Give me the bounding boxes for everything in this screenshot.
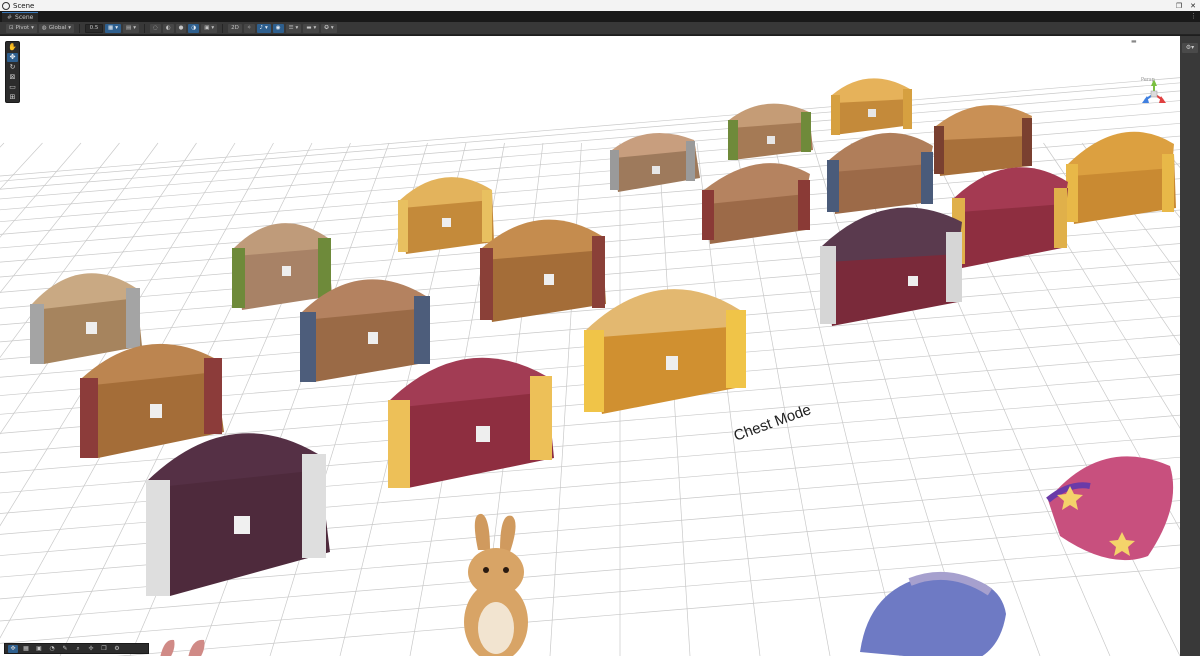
pivot-tool-icon[interactable]: ✢ (86, 645, 96, 653)
shaded-button[interactable]: ◑ (188, 23, 200, 33)
chevron-down-icon: ▾ (313, 25, 317, 31)
layers-tool-icon[interactable]: ❐ (99, 645, 109, 653)
toolbar-divider (79, 23, 81, 33)
chevron-down-icon: ▾ (211, 25, 215, 31)
grid-snap-button[interactable]: ▦ ▾ (105, 23, 121, 33)
toolbar-divider (222, 23, 224, 33)
move-tool-icon[interactable]: ✥ (7, 53, 18, 62)
scale-tool-icon[interactable]: ⊠ (7, 73, 18, 82)
chevron-down-icon: ▾ (31, 25, 34, 31)
scene-toolbar: ⊡ Pivot ▾ ◍ Global ▾ 0.5 ▦ ▾ ▤ ▾ ◌ ◐ ● ◑ ▣ ▾ 2D… (0, 22, 1200, 35)
pivot-dropdown[interactable]: ⊡ Pivot ▾ (6, 23, 37, 33)
gizmo-menu-handle[interactable]: ▬ (1131, 38, 1137, 45)
snap-increment-field[interactable]: 0.5 (85, 23, 104, 33)
tab-menu-button[interactable]: ⋮ (1190, 12, 1197, 20)
globe-icon: ◍ (41, 25, 47, 31)
solid-sphere-icon: ● (178, 25, 184, 31)
projection-label[interactable]: Persp (1141, 77, 1155, 83)
camera-dropdown[interactable]: ▬ ▾ (303, 23, 320, 33)
speaker-icon: ♪ (259, 25, 264, 31)
layers-icon: ☰ (288, 25, 294, 31)
wireframe-sphere-icon: ◌ (152, 25, 158, 31)
global-label: Global (48, 25, 67, 31)
gizmos-dropdown[interactable]: ✪ ▾ (321, 23, 337, 33)
scene-viewport[interactable]: Chest Mode (0, 36, 1200, 656)
camera-icon: ▬ (306, 25, 312, 31)
pivot-icon: ⊡ (9, 25, 14, 31)
2d-mode-toggle[interactable]: 2D (228, 23, 242, 33)
audio-toggle[interactable]: ♪ ▾ (256, 23, 271, 33)
scene-tab-icon: # (7, 14, 13, 21)
grid-icon: ▦ (108, 25, 114, 31)
overlay-menu-button[interactable]: ⚙▾ (1182, 43, 1198, 53)
toolbar-divider (143, 23, 145, 33)
chevron-down-icon: ▾ (133, 25, 136, 31)
light-bulb-icon: ✧ (246, 25, 252, 31)
chevron-down-icon: ▾ (330, 25, 334, 31)
orbit-tool-icon[interactable]: ◔ (47, 645, 57, 653)
draw-mode-dropdown[interactable]: ▣ ▾ (201, 23, 218, 33)
right-overlay-strip: ⚙▾ (1180, 36, 1200, 656)
half-sphere-icon: ◐ (165, 25, 171, 31)
effects-dropdown[interactable]: ☰ ▾ (285, 23, 302, 33)
gizmo-globe-icon: ✪ (324, 25, 329, 31)
grid-tool-icon[interactable]: ▦ (21, 645, 31, 653)
window-title: Scene (13, 1, 35, 10)
frame-tool-icon[interactable]: ▣ (34, 645, 44, 653)
tab-scene-label: Scene (15, 14, 34, 21)
chevron-down-icon: ▾ (295, 25, 299, 31)
scene-render[interactable]: Chest Mode (0, 36, 1200, 656)
tools-overlay: ✋ ✥ ↻ ⊠ ▭ ⊞ (5, 41, 20, 103)
paint-tool-icon[interactable]: ✎ (60, 645, 70, 653)
transform-tool-icon[interactable]: ⊞ (7, 93, 18, 102)
scene-visibility-toggle[interactable]: ◉ (272, 23, 284, 33)
window-titlebar: Scene ❐ ✕ (0, 0, 1200, 11)
render-mode-icon: ▣ (204, 25, 210, 31)
pivot-label: Pivot (15, 25, 30, 31)
move-snap-icon[interactable]: ✥ (8, 644, 18, 653)
zoom-tool-icon[interactable]: ⌕ (73, 645, 83, 653)
wireframe-shading-button[interactable]: ◌ (149, 23, 161, 33)
shaded-sphere-icon: ◑ (191, 25, 197, 31)
lighting-toggle[interactable]: ✧ (243, 23, 255, 33)
rect-tool-icon[interactable]: ▭ (7, 83, 18, 92)
global-dropdown[interactable]: ◍ Global ▾ (38, 23, 75, 33)
chevron-down-icon: ▾ (265, 25, 268, 31)
close-window-button[interactable]: ✕ (1186, 2, 1200, 10)
eye-icon: ◉ (275, 25, 281, 31)
shaded-wireframe-button[interactable]: ◐ (162, 23, 174, 33)
unlit-shading-button[interactable]: ● (175, 23, 187, 33)
tab-scene[interactable]: # Scene (2, 12, 39, 22)
hand-tool-icon[interactable]: ✋ (7, 43, 18, 52)
chevron-down-icon: ▾ (115, 25, 118, 31)
bottom-overlay-toolbar: ✥ ▦ ▣ ◔ ✎ ⌕ ✢ ❐ ⚙ (4, 643, 149, 654)
grid-plane-icon: ▤ (125, 25, 132, 31)
rotate-tool-icon[interactable]: ↻ (7, 63, 18, 72)
tab-bar: # Scene ⋮ (0, 11, 1200, 22)
settings-tool-icon[interactable]: ⚙ (112, 645, 122, 653)
grid-visibility-button[interactable]: ▤ ▾ (122, 23, 139, 33)
unity-logo-icon (2, 1, 10, 10)
chevron-down-icon: ▾ (68, 25, 72, 31)
restore-window-button[interactable]: ❐ (1172, 2, 1186, 10)
